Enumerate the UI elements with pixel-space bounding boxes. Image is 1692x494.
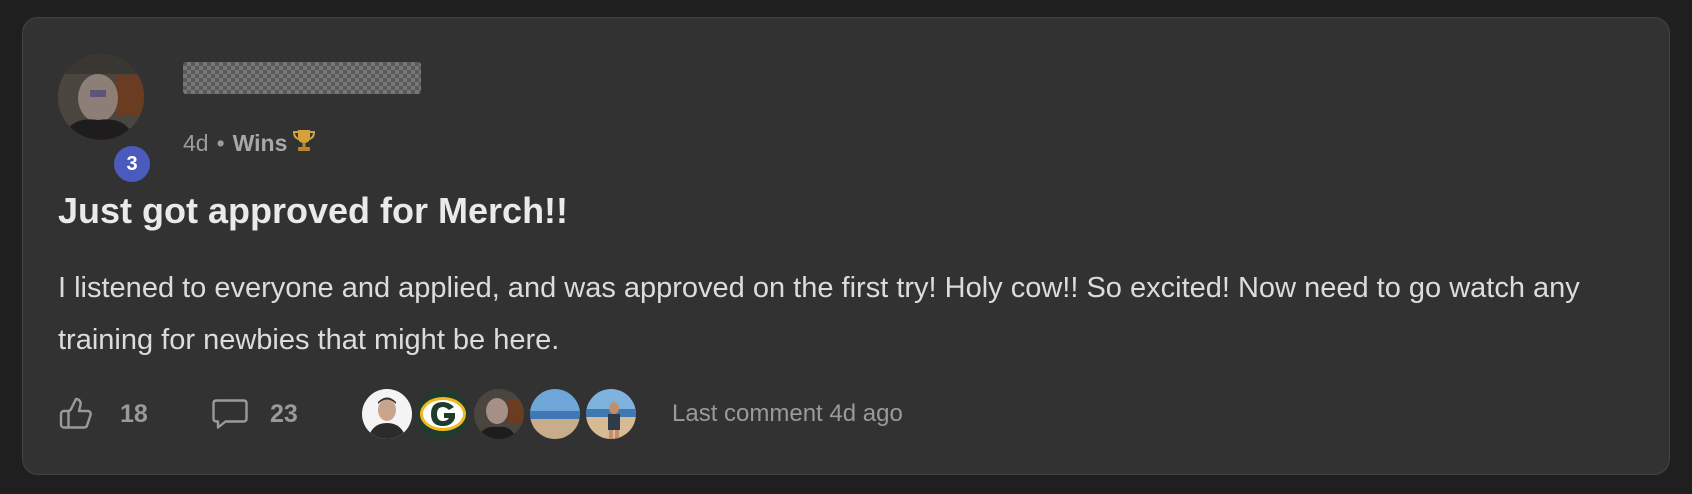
- post-time: 4d: [183, 129, 209, 156]
- post-footer: 18 23 Last comment 4d ago: [58, 384, 903, 444]
- commenter-avatars[interactable]: [360, 387, 640, 441]
- post-meta: 4d • Wins: [183, 128, 316, 158]
- comment-button[interactable]: 23: [210, 396, 360, 432]
- author-avatar-group[interactable]: 3: [58, 54, 152, 184]
- post-card[interactable]: 3 4d • Wins Just got approved for Merch!…: [22, 17, 1670, 475]
- commenter-avatar[interactable]: [584, 387, 638, 441]
- speech-bubble-icon: [210, 396, 250, 432]
- author-name[interactable]: [183, 62, 421, 94]
- author-avatar[interactable]: [58, 54, 144, 140]
- thumbs-up-icon: [58, 396, 94, 432]
- meta-separator: •: [216, 129, 225, 156]
- like-count: 18: [120, 399, 148, 428]
- trophy-icon: [293, 128, 316, 158]
- like-button[interactable]: 18: [58, 396, 210, 432]
- post-title[interactable]: Just got approved for Merch!!: [58, 190, 568, 232]
- commenter-avatar[interactable]: [360, 387, 414, 441]
- comment-count: 23: [270, 399, 298, 428]
- commenter-avatar[interactable]: [472, 387, 526, 441]
- last-comment-time: Last comment 4d ago: [672, 400, 903, 427]
- commenter-avatar[interactable]: [528, 387, 582, 441]
- post-body: I listened to everyone and applied, and …: [58, 272, 1580, 356]
- commenter-avatar[interactable]: [416, 387, 470, 441]
- post-category[interactable]: Wins: [233, 130, 288, 157]
- level-badge: 3: [112, 144, 152, 184]
